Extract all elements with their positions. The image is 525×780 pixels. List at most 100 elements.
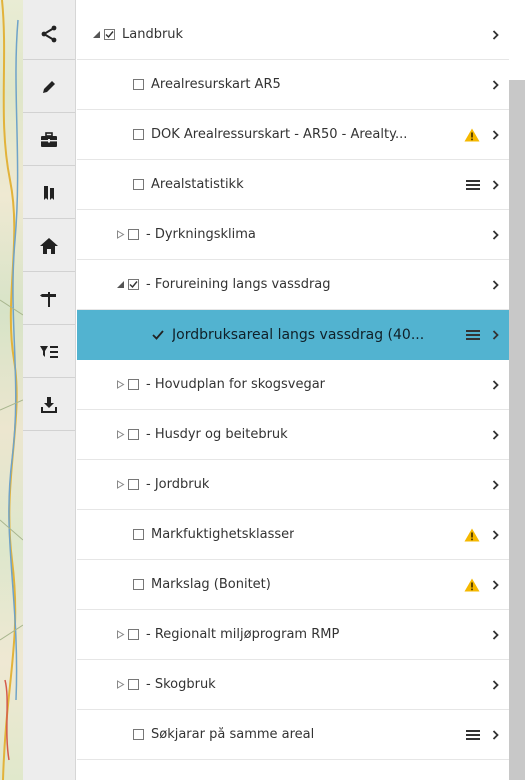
- chevron-right-icon[interactable]: [492, 280, 499, 290]
- layer-row-actions: [480, 460, 499, 510]
- chevron-right-icon[interactable]: [492, 580, 499, 590]
- chevron-right-icon[interactable]: [492, 680, 499, 690]
- legend-menu-icon[interactable]: [466, 179, 480, 191]
- chevron-right-icon[interactable]: [492, 230, 499, 240]
- layer-row[interactable]: Landbruk: [77, 10, 509, 60]
- layer-checkbox[interactable]: [128, 479, 139, 490]
- layer-row[interactable]: DOK Arealressurskart - AR50 - Arealty...: [77, 110, 509, 160]
- layer-label: Landbruk: [122, 27, 184, 42]
- layer-row-content: Landbruk: [77, 27, 183, 42]
- layer-label: - Husdyr og beitebruk: [146, 427, 288, 442]
- layer-checkbox[interactable]: [133, 579, 144, 590]
- legend-menu-icon[interactable]: [466, 329, 480, 341]
- layer-row-actions: [480, 260, 499, 310]
- layer-row[interactable]: Arealstatistikk: [77, 160, 509, 210]
- layer-checkbox[interactable]: [128, 429, 139, 440]
- layer-checkbox[interactable]: [133, 129, 144, 140]
- layer-label: - Forureining langs vassdrag: [146, 277, 331, 292]
- layer-row-content: - Jordbruk: [77, 477, 209, 492]
- collapsed-triangle-icon[interactable]: [115, 430, 125, 440]
- layer-row[interactable]: - Dyrkningsklima: [77, 210, 509, 260]
- layer-label: Arealstatistikk: [151, 177, 244, 192]
- tool-button-toolbox[interactable]: [23, 114, 75, 166]
- layer-row-actions: [458, 160, 499, 210]
- collapsed-triangle-icon[interactable]: [115, 680, 125, 690]
- layer-row-actions: [480, 10, 499, 60]
- legend-menu-icon[interactable]: [466, 729, 480, 741]
- expanded-triangle-icon[interactable]: [115, 280, 125, 290]
- layer-row-content: - Regionalt miljøprogram RMP: [77, 627, 339, 642]
- chevron-right-icon[interactable]: [492, 530, 499, 540]
- layer-row[interactable]: Markslag (Bonitet): [77, 560, 509, 610]
- layer-row-content: Arealstatistikk: [77, 177, 244, 192]
- layer-checkbox-checked[interactable]: [152, 329, 164, 341]
- layer-label: - Hovudplan for skogsvegar: [146, 377, 326, 392]
- chevron-right-icon[interactable]: [492, 330, 499, 340]
- layer-row[interactable]: Søkjarar på samme areal: [77, 710, 509, 760]
- layer-row-actions: [456, 510, 499, 560]
- layer-row[interactable]: - Regionalt miljøprogram RMP: [77, 610, 509, 660]
- layer-label: - Jordbruk: [146, 477, 210, 492]
- layer-checkbox-checked[interactable]: [104, 29, 115, 40]
- layer-checkbox[interactable]: [133, 79, 144, 90]
- signpost-icon: [39, 289, 59, 309]
- collapsed-triangle-icon[interactable]: [115, 230, 125, 240]
- chevron-right-icon[interactable]: [492, 730, 499, 740]
- layer-row[interactable]: Markfuktighetsklasser: [77, 510, 509, 560]
- layer-checkbox[interactable]: [133, 179, 144, 190]
- layer-checkbox[interactable]: [128, 379, 139, 390]
- tool-button-edit[interactable]: [23, 61, 75, 113]
- layer-row[interactable]: Jordbruksareal langs vassdrag (40...: [77, 310, 509, 360]
- chevron-right-icon[interactable]: [492, 630, 499, 640]
- layer-row[interactable]: - Hovudplan for skogsvegar: [77, 360, 509, 410]
- scrollbar[interactable]: [509, 80, 525, 780]
- layer-row-content: Jordbruksareal langs vassdrag (40...: [77, 327, 424, 343]
- share-icon: [39, 24, 59, 44]
- layer-checkbox[interactable]: [128, 229, 139, 240]
- tool-button-bookmarks[interactable]: [23, 167, 75, 219]
- expanded-triangle-icon[interactable]: [91, 30, 101, 40]
- warning-icon[interactable]: [464, 528, 480, 542]
- layer-row[interactable]: Arealresurskart AR5: [77, 60, 509, 110]
- layer-row[interactable]: - Skogbruk: [77, 660, 509, 710]
- tool-button-download[interactable]: [23, 379, 75, 431]
- collapsed-triangle-icon[interactable]: [115, 380, 125, 390]
- layer-row-actions: [480, 610, 499, 660]
- layer-row-actions: [480, 660, 499, 710]
- layer-row[interactable]: - Forureining langs vassdrag: [77, 260, 509, 310]
- layer-label: Søkjarar på samme areal: [151, 727, 315, 742]
- chevron-right-icon[interactable]: [492, 30, 499, 40]
- layer-row[interactable]: - Jordbruk: [77, 460, 509, 510]
- layer-row-content: Markslag (Bonitet): [77, 577, 271, 592]
- collapsed-triangle-icon[interactable]: [115, 630, 125, 640]
- map-background-strip[interactable]: [0, 0, 23, 780]
- layer-row-content: DOK Arealressurskart - AR50 - Arealty...: [77, 127, 407, 142]
- collapsed-triangle-icon[interactable]: [115, 480, 125, 490]
- tool-button-filter[interactable]: [23, 326, 75, 378]
- tool-button-route[interactable]: [23, 273, 75, 325]
- layer-row-content: - Husdyr og beitebruk: [77, 427, 288, 442]
- layer-label: Markfuktighetsklasser: [151, 527, 295, 542]
- tool-button-home[interactable]: [23, 220, 75, 272]
- chevron-right-icon[interactable]: [492, 380, 499, 390]
- tool-button-share[interactable]: [23, 8, 75, 60]
- layer-checkbox[interactable]: [128, 629, 139, 640]
- warning-icon[interactable]: [464, 578, 480, 592]
- layer-checkbox[interactable]: [133, 529, 144, 540]
- layer-checkbox[interactable]: [128, 679, 139, 690]
- layer-label: Markslag (Bonitet): [151, 577, 271, 592]
- layer-checkbox-checked[interactable]: [128, 279, 139, 290]
- layer-row[interactable]: - Husdyr og beitebruk: [77, 410, 509, 460]
- chevron-right-icon[interactable]: [492, 130, 499, 140]
- layer-label: - Regionalt miljøprogram RMP: [146, 627, 340, 642]
- chevron-right-icon[interactable]: [492, 180, 499, 190]
- layer-label: - Skogbruk: [146, 677, 216, 692]
- chevron-right-icon[interactable]: [492, 480, 499, 490]
- chevron-right-icon[interactable]: [492, 430, 499, 440]
- chevron-right-icon[interactable]: [492, 80, 499, 90]
- layer-row-actions: [480, 210, 499, 260]
- layer-checkbox[interactable]: [133, 729, 144, 740]
- briefcase-icon: [39, 130, 59, 150]
- layer-row-actions: [458, 710, 499, 760]
- warning-icon[interactable]: [464, 128, 480, 142]
